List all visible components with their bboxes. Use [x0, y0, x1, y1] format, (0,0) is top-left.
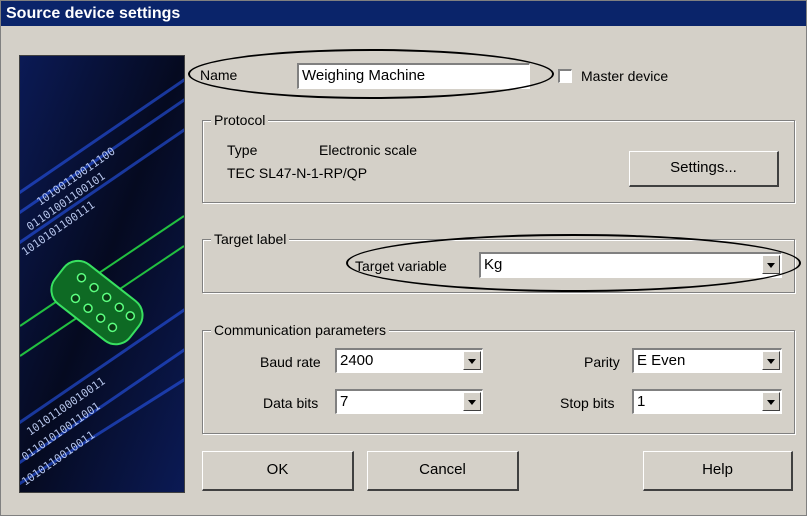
target-label-group-title: Target label [211, 230, 290, 248]
connector-illustration-graphic: 10100110011100 01101001100101 1010101100… [20, 56, 184, 492]
parity-select[interactable]: E Even [632, 348, 782, 373]
cancel-button[interactable]: Cancel [367, 451, 519, 491]
communication-parameters-title: Communication parameters [211, 321, 389, 339]
ok-button[interactable]: OK [202, 451, 354, 491]
protocol-model: TEC SL47-N-1-RP/QP [227, 165, 368, 181]
protocol-type-label: Type [227, 142, 258, 158]
data-bits-value: 7 [340, 393, 349, 410]
protocol-group-title: Protocol [211, 111, 269, 129]
target-variable-select[interactable]: Kg [479, 252, 782, 278]
target-variable-label: Target variable [355, 258, 447, 274]
baud-rate-value: 2400 [340, 352, 374, 369]
name-input[interactable]: Weighing Machine [297, 63, 530, 89]
stop-bits-value: 1 [637, 393, 646, 410]
help-button[interactable]: Help [643, 451, 793, 491]
chevron-down-icon[interactable] [463, 351, 481, 370]
chevron-down-icon[interactable] [463, 392, 481, 411]
parity-value: E Even [637, 352, 686, 369]
source-device-settings-dialog: Source device settings 10100110011100 01… [0, 0, 807, 516]
connector-illustration: 10100110011100 01101001100101 1010101100… [19, 55, 185, 493]
chevron-down-icon[interactable] [762, 351, 780, 370]
baud-rate-select[interactable]: 2400 [335, 348, 483, 373]
data-bits-select[interactable]: 7 [335, 389, 483, 414]
stop-bits-select[interactable]: 1 [632, 389, 782, 414]
master-device-label: Master device [581, 68, 669, 84]
parity-label: Parity [584, 354, 620, 370]
settings-button[interactable]: Settings... [629, 151, 779, 187]
window-title: Source device settings [1, 1, 806, 26]
chevron-down-icon[interactable] [762, 255, 780, 274]
target-variable-value: Kg [484, 256, 503, 273]
data-bits-label: Data bits [263, 395, 319, 411]
baud-rate-label: Baud rate [260, 354, 321, 370]
chevron-down-icon[interactable] [762, 392, 780, 411]
stop-bits-label: Stop bits [560, 395, 615, 411]
protocol-type-value: Electronic scale [319, 142, 418, 158]
master-device-checkbox[interactable] [558, 69, 572, 83]
name-label: Name [200, 67, 238, 83]
communication-parameters-group: Communication parameters [202, 321, 795, 434]
